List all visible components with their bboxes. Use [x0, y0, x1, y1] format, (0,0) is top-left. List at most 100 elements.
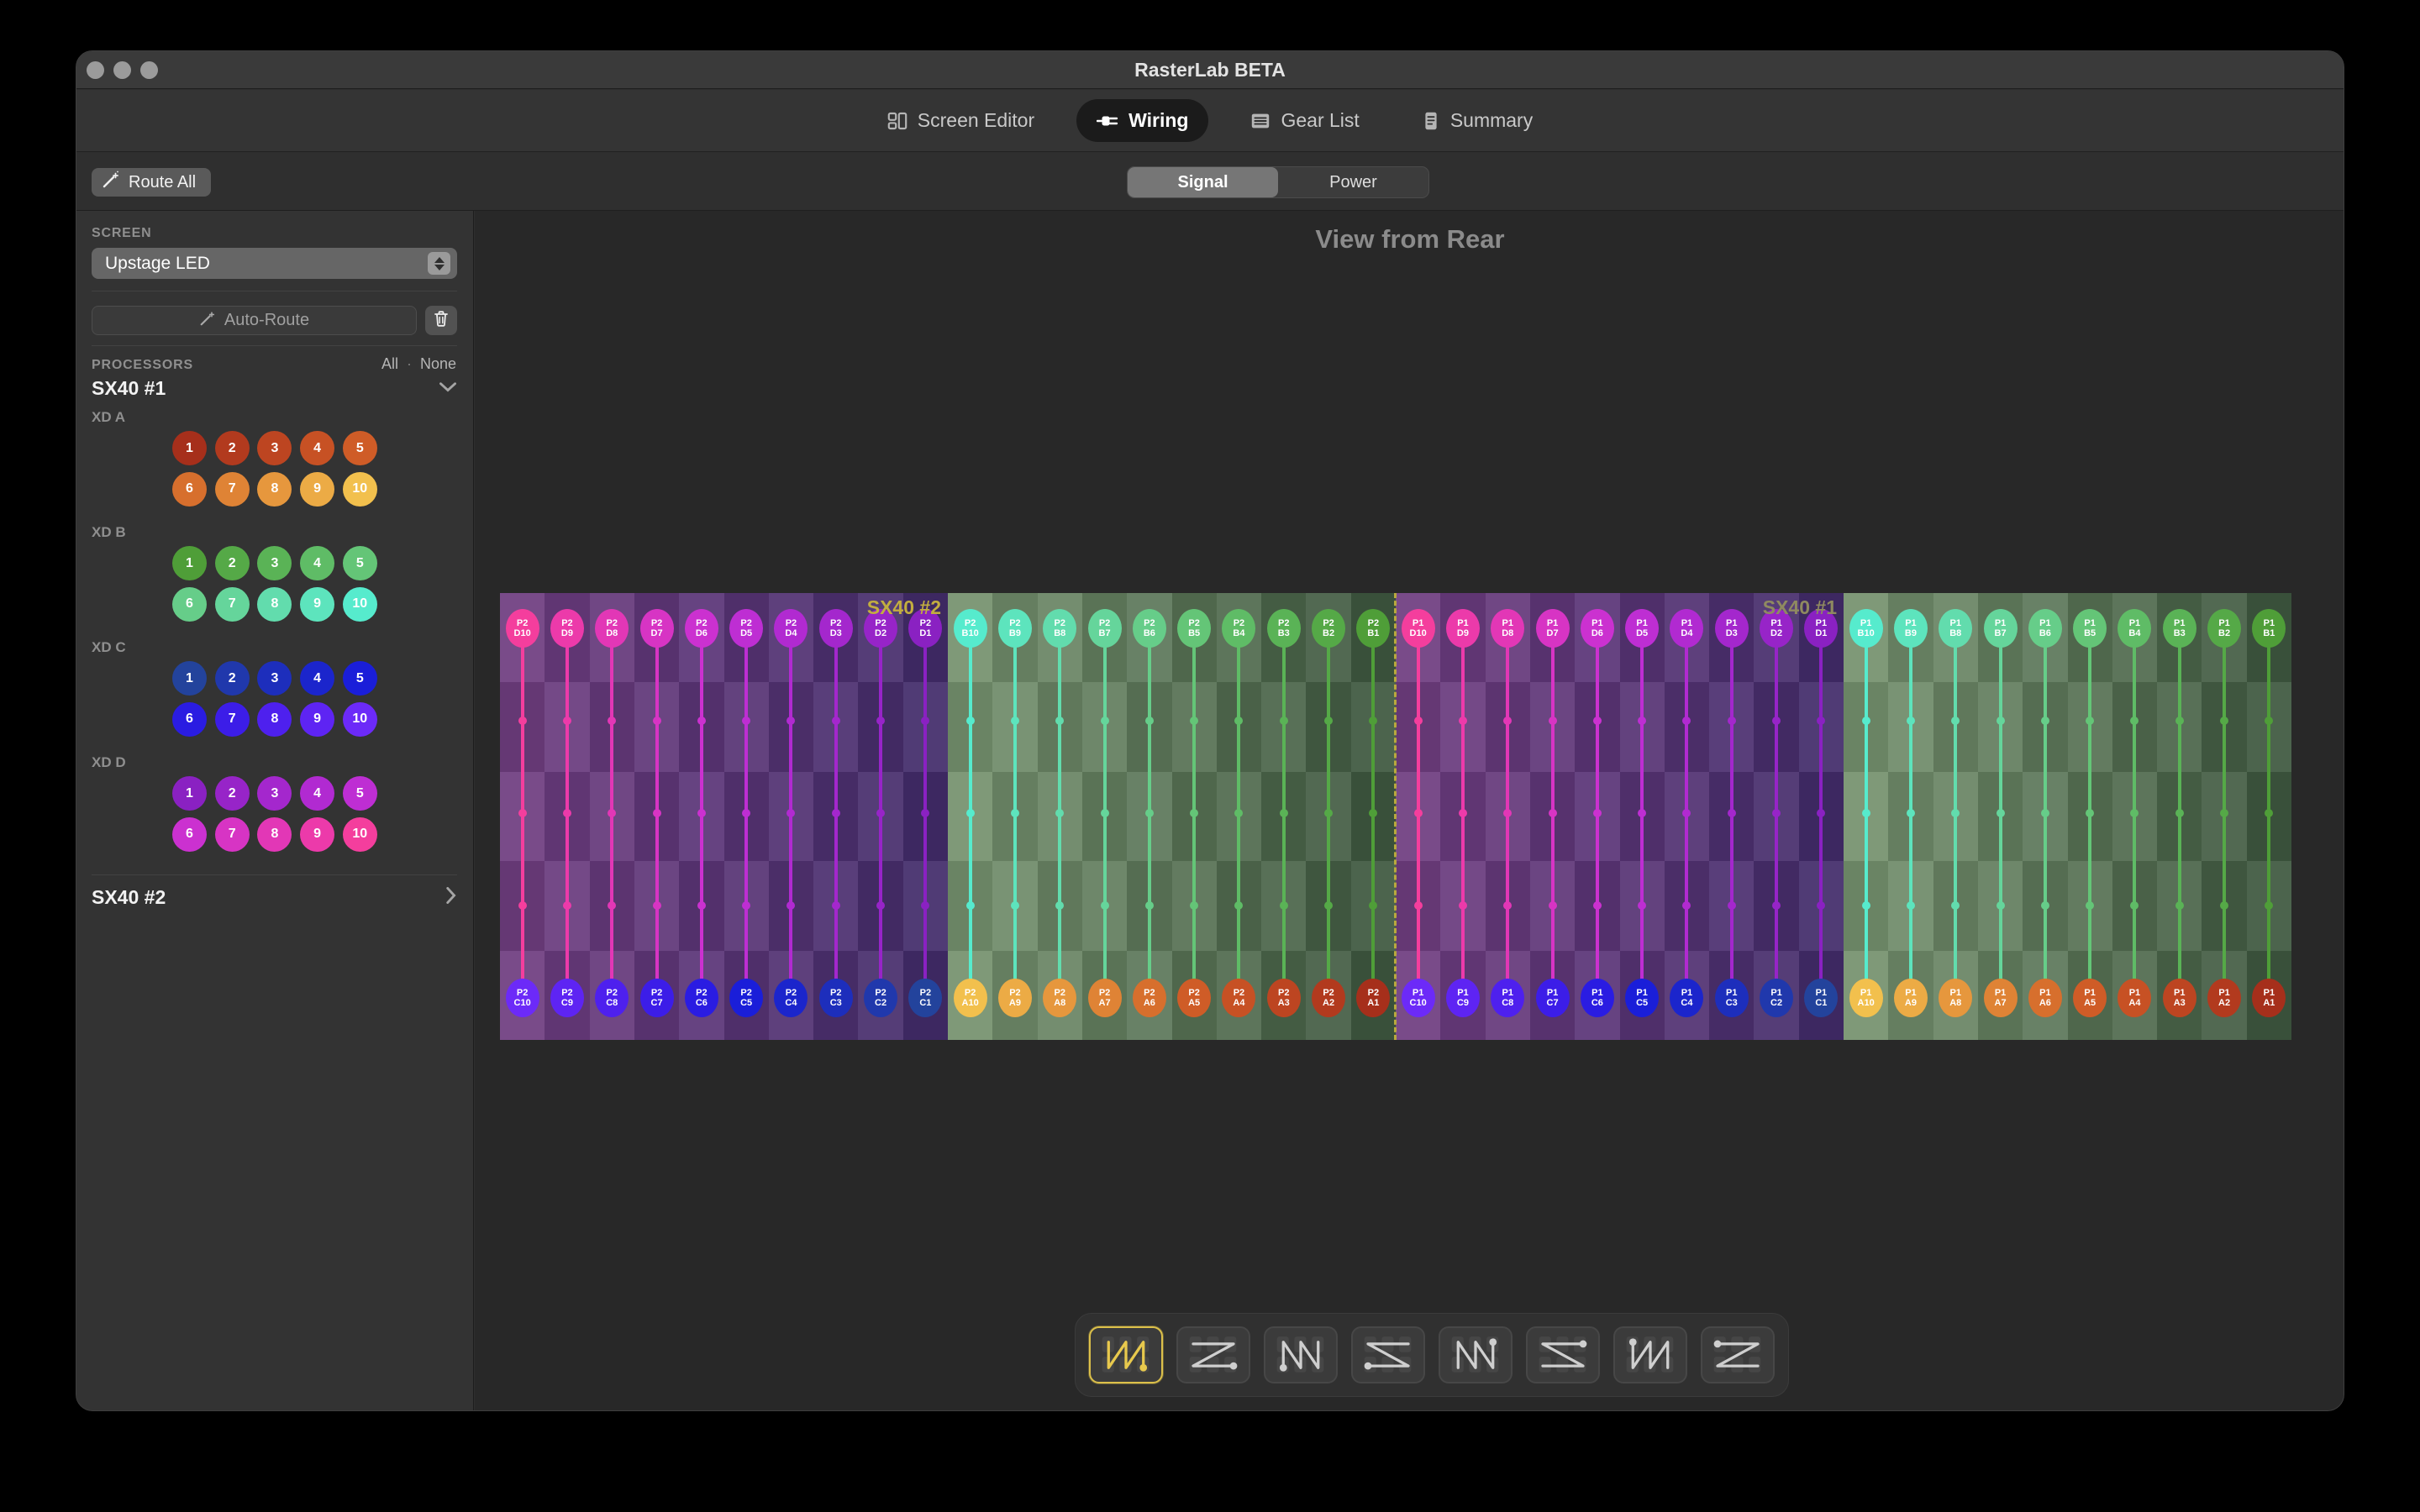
select-none-link[interactable]: None	[420, 355, 456, 373]
processor-header-sx40-2[interactable]: SX40 #2	[92, 886, 456, 909]
port-chip-A2[interactable]: 2	[215, 431, 250, 465]
port-chip-C3[interactable]: 3	[257, 661, 292, 696]
port-chip-B2[interactable]: 2	[215, 546, 250, 580]
port-top-P2-B3[interactable]: P2B3	[1267, 609, 1301, 648]
port-bottom-P1-A8[interactable]: P1A8	[1939, 979, 1972, 1017]
select-all-link[interactable]: All	[381, 355, 398, 373]
port-top-P1-B2[interactable]: P1B2	[2207, 609, 2241, 648]
port-top-P2-B7[interactable]: P2B7	[1088, 609, 1122, 648]
port-bottom-P1-A10[interactable]: P1A10	[1849, 979, 1883, 1017]
port-chip-C9[interactable]: 9	[300, 702, 334, 737]
port-bottom-P2-A3[interactable]: P2A3	[1267, 979, 1301, 1017]
port-chip-C7[interactable]: 7	[215, 702, 250, 737]
segment-power[interactable]: Power	[1278, 167, 1428, 197]
port-top-P2-D9[interactable]: P2D9	[550, 609, 584, 648]
port-chip-D3[interactable]: 3	[257, 776, 292, 811]
port-top-P2-D8[interactable]: P2D8	[595, 609, 629, 648]
clear-routing-button[interactable]	[425, 306, 457, 335]
processor-header-sx40-1[interactable]: SX40 #1	[92, 377, 456, 400]
port-chip-C5[interactable]: 5	[343, 661, 377, 696]
port-top-P1-B7[interactable]: P1B7	[1984, 609, 2018, 648]
port-top-P1-D10[interactable]: P1D10	[1402, 609, 1435, 648]
port-chip-D5[interactable]: 5	[343, 776, 377, 811]
port-chip-A10[interactable]: 10	[343, 472, 377, 507]
port-top-P2-D3[interactable]: P2D3	[819, 609, 853, 648]
port-chip-D7[interactable]: 7	[215, 817, 250, 852]
port-top-P1-D7[interactable]: P1D7	[1536, 609, 1570, 648]
pattern-button-vertical-snake-start-top-right[interactable]	[1439, 1326, 1512, 1383]
port-top-P1-B10[interactable]: P1B10	[1849, 609, 1883, 648]
port-chip-A3[interactable]: 3	[257, 431, 292, 465]
port-bottom-P2-C5[interactable]: P2C5	[729, 979, 763, 1017]
port-bottom-P2-C6[interactable]: P2C6	[685, 979, 718, 1017]
port-bottom-P2-C2[interactable]: P2C2	[864, 979, 897, 1017]
port-chip-B6[interactable]: 6	[172, 587, 207, 622]
port-bottom-P2-A9[interactable]: P2A9	[998, 979, 1032, 1017]
port-chip-C4[interactable]: 4	[300, 661, 334, 696]
port-bottom-P1-A3[interactable]: P1A3	[2163, 979, 2196, 1017]
port-chip-B8[interactable]: 8	[257, 587, 292, 622]
pattern-button-horizontal-snake-start-top-right[interactable]	[1351, 1326, 1425, 1383]
pattern-button-vertical-snake-start-top-left[interactable]	[1089, 1326, 1163, 1383]
screen-dropdown[interactable]: Upstage LED	[92, 248, 457, 279]
port-bottom-P1-C10[interactable]: P1C10	[1402, 979, 1435, 1017]
port-chip-D10[interactable]: 10	[343, 817, 377, 852]
route-all-button[interactable]: Route All	[92, 168, 211, 197]
port-top-P2-D5[interactable]: P2D5	[729, 609, 763, 648]
tab-wiring[interactable]: Wiring	[1076, 99, 1208, 142]
port-chip-C8[interactable]: 8	[257, 702, 292, 737]
port-bottom-P1-C5[interactable]: P1C5	[1625, 979, 1659, 1017]
port-chip-D2[interactable]: 2	[215, 776, 250, 811]
port-chip-B9[interactable]: 9	[300, 587, 334, 622]
port-top-P1-D6[interactable]: P1D6	[1581, 609, 1614, 648]
port-chip-B1[interactable]: 1	[172, 546, 207, 580]
port-top-P1-B5[interactable]: P1B5	[2073, 609, 2107, 648]
port-bottom-P2-A7[interactable]: P2A7	[1088, 979, 1122, 1017]
port-chip-A1[interactable]: 1	[172, 431, 207, 465]
port-chip-C2[interactable]: 2	[215, 661, 250, 696]
port-bottom-P2-A6[interactable]: P2A6	[1133, 979, 1166, 1017]
port-chip-D4[interactable]: 4	[300, 776, 334, 811]
port-top-P2-B8[interactable]: P2B8	[1043, 609, 1076, 648]
port-top-P2-D6[interactable]: P2D6	[685, 609, 718, 648]
port-top-P2-B5[interactable]: P2B5	[1177, 609, 1211, 648]
port-bottom-P2-C8[interactable]: P2C8	[595, 979, 629, 1017]
auto-route-button[interactable]: Auto-Route	[92, 306, 417, 335]
port-chip-A8[interactable]: 8	[257, 472, 292, 507]
port-top-P1-D3[interactable]: P1D3	[1715, 609, 1749, 648]
pattern-button-horizontal-snake-start-top-left[interactable]	[1176, 1326, 1250, 1383]
pattern-button-vertical-snake-start-bottom-right[interactable]	[1613, 1326, 1687, 1383]
port-top-P1-D5[interactable]: P1D5	[1625, 609, 1659, 648]
tab-screen-editor[interactable]: Screen Editor	[867, 99, 1055, 142]
port-top-P1-B9[interactable]: P1B9	[1894, 609, 1928, 648]
tab-summary[interactable]: Summary	[1402, 99, 1553, 142]
port-chip-B5[interactable]: 5	[343, 546, 377, 580]
port-top-P2-D7[interactable]: P2D7	[640, 609, 674, 648]
port-chip-A9[interactable]: 9	[300, 472, 334, 507]
port-chip-C10[interactable]: 10	[343, 702, 377, 737]
port-top-P1-D9[interactable]: P1D9	[1446, 609, 1480, 648]
port-top-P1-D8[interactable]: P1D8	[1491, 609, 1524, 648]
port-bottom-P1-A7[interactable]: P1A7	[1984, 979, 2018, 1017]
port-chip-B10[interactable]: 10	[343, 587, 377, 622]
port-bottom-P1-C6[interactable]: P1C6	[1581, 979, 1614, 1017]
port-bottom-P1-C7[interactable]: P1C7	[1536, 979, 1570, 1017]
port-chip-D8[interactable]: 8	[257, 817, 292, 852]
port-top-P2-B6[interactable]: P2B6	[1133, 609, 1166, 648]
port-chip-B4[interactable]: 4	[300, 546, 334, 580]
port-chip-D1[interactable]: 1	[172, 776, 207, 811]
port-bottom-P2-A8[interactable]: P2A8	[1043, 979, 1076, 1017]
port-bottom-P2-C9[interactable]: P2C9	[550, 979, 584, 1017]
port-bottom-P1-A6[interactable]: P1A6	[2028, 979, 2062, 1017]
port-bottom-P2-C10[interactable]: P2C10	[506, 979, 539, 1017]
port-chip-A6[interactable]: 6	[172, 472, 207, 507]
port-chip-A5[interactable]: 5	[343, 431, 377, 465]
port-chip-B7[interactable]: 7	[215, 587, 250, 622]
port-top-P2-B10[interactable]: P2B10	[954, 609, 987, 648]
port-bottom-P2-A2[interactable]: P2A2	[1312, 979, 1345, 1017]
port-bottom-P1-C8[interactable]: P1C8	[1491, 979, 1524, 1017]
port-top-P2-B9[interactable]: P2B9	[998, 609, 1032, 648]
port-bottom-P1-C9[interactable]: P1C9	[1446, 979, 1480, 1017]
pattern-button-horizontal-snake-start-bottom-right[interactable]	[1701, 1326, 1775, 1383]
port-chip-B3[interactable]: 3	[257, 546, 292, 580]
